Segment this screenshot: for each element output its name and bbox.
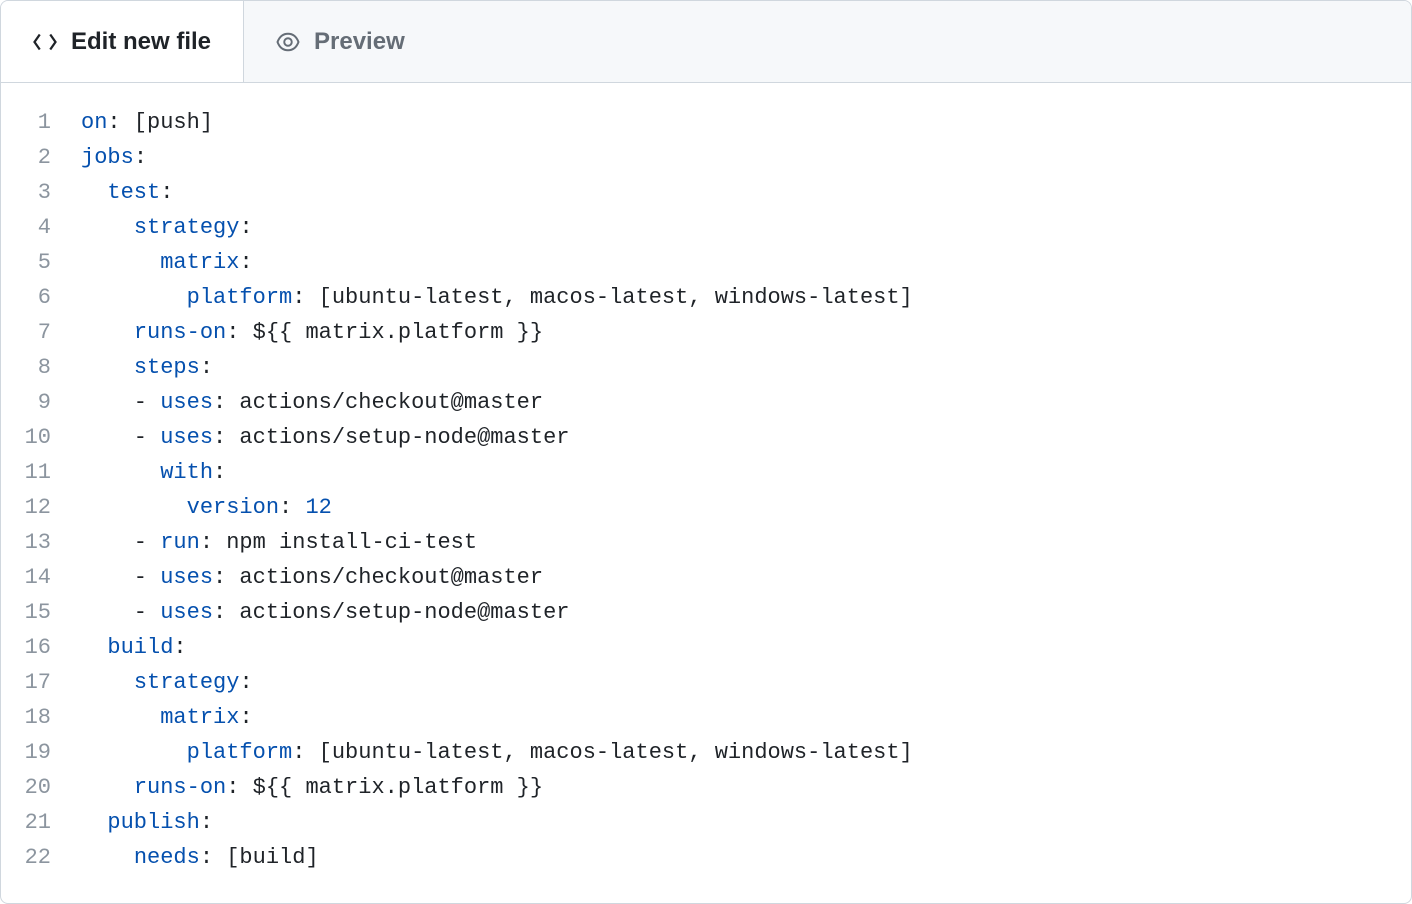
line-number: 10 xyxy=(1,420,51,455)
line-number: 14 xyxy=(1,560,51,595)
code-line[interactable]: version: 12 xyxy=(81,490,1411,525)
line-number: 6 xyxy=(1,280,51,315)
line-number: 3 xyxy=(1,175,51,210)
code-line[interactable]: test: xyxy=(81,175,1411,210)
code-line[interactable]: strategy: xyxy=(81,665,1411,700)
line-number: 1 xyxy=(1,105,51,140)
line-number: 17 xyxy=(1,665,51,700)
tab-preview-label: Preview xyxy=(314,28,405,56)
code-line[interactable]: runs-on: ${{ matrix.platform }} xyxy=(81,315,1411,350)
code-line[interactable]: jobs: xyxy=(81,140,1411,175)
line-number: 2 xyxy=(1,140,51,175)
line-number: 7 xyxy=(1,315,51,350)
code-line[interactable]: - uses: actions/checkout@master xyxy=(81,560,1411,595)
tab-preview[interactable]: Preview xyxy=(244,1,437,82)
line-number: 22 xyxy=(1,840,51,875)
code-line[interactable]: platform: [ubuntu-latest, macos-latest, … xyxy=(81,735,1411,770)
code-icon xyxy=(33,30,57,54)
editor-tabs: Edit new file Preview xyxy=(1,1,1411,83)
line-number: 15 xyxy=(1,595,51,630)
eye-icon xyxy=(276,30,300,54)
line-number: 16 xyxy=(1,630,51,665)
line-number: 13 xyxy=(1,525,51,560)
code-line[interactable]: - uses: actions/setup-node@master xyxy=(81,595,1411,630)
line-number: 12 xyxy=(1,490,51,525)
file-editor-container: Edit new file Preview 123456789101112131… xyxy=(0,0,1412,904)
code-line[interactable]: publish: xyxy=(81,805,1411,840)
code-line[interactable]: - uses: actions/checkout@master xyxy=(81,385,1411,420)
line-number: 4 xyxy=(1,210,51,245)
code-line[interactable]: matrix: xyxy=(81,700,1411,735)
code-line[interactable]: - uses: actions/setup-node@master xyxy=(81,420,1411,455)
line-number: 20 xyxy=(1,770,51,805)
code-line[interactable]: matrix: xyxy=(81,245,1411,280)
line-number-gutter: 12345678910111213141516171819202122 xyxy=(1,105,81,875)
line-number: 18 xyxy=(1,700,51,735)
line-number: 11 xyxy=(1,455,51,490)
tab-edit[interactable]: Edit new file xyxy=(1,1,244,82)
code-line[interactable]: runs-on: ${{ matrix.platform }} xyxy=(81,770,1411,805)
code-line[interactable]: platform: [ubuntu-latest, macos-latest, … xyxy=(81,280,1411,315)
code-line[interactable]: needs: [build] xyxy=(81,840,1411,875)
line-number: 9 xyxy=(1,385,51,420)
code-line[interactable]: strategy: xyxy=(81,210,1411,245)
line-number: 19 xyxy=(1,735,51,770)
code-line[interactable]: with: xyxy=(81,455,1411,490)
code-line[interactable]: build: xyxy=(81,630,1411,665)
code-editor[interactable]: 12345678910111213141516171819202122 on: … xyxy=(1,83,1411,875)
tab-edit-label: Edit new file xyxy=(71,28,211,56)
code-content[interactable]: on: [push]jobs: test: strategy: matrix: … xyxy=(81,105,1411,875)
code-line[interactable]: - run: npm install-ci-test xyxy=(81,525,1411,560)
line-number: 5 xyxy=(1,245,51,280)
line-number: 8 xyxy=(1,350,51,385)
code-line[interactable]: steps: xyxy=(81,350,1411,385)
code-line[interactable]: on: [push] xyxy=(81,105,1411,140)
line-number: 21 xyxy=(1,805,51,840)
